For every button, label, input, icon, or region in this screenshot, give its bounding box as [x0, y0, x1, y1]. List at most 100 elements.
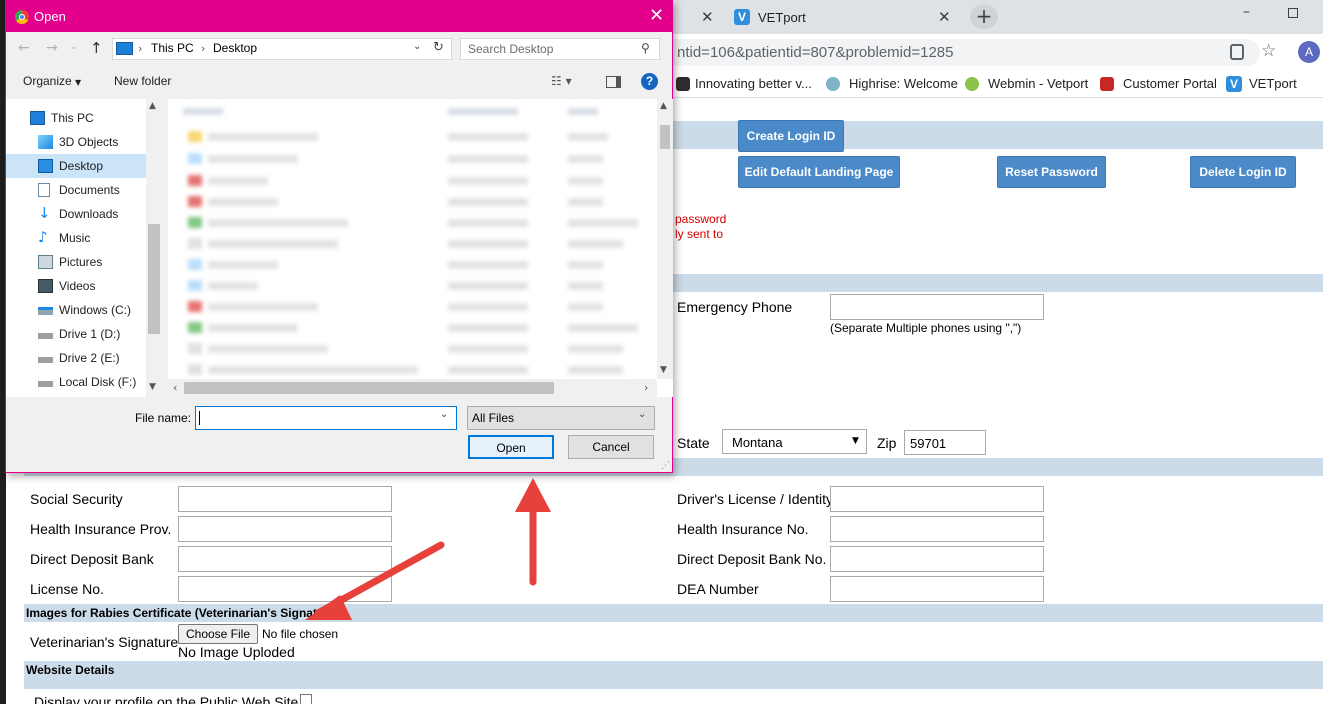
nav-music[interactable]: ♪ Music — [6, 226, 146, 250]
display-profile-checkbox[interactable] — [300, 694, 312, 704]
up-arrow-icon[interactable]: ↑ — [90, 39, 103, 57]
file-rows — [188, 131, 638, 375]
scroll-up-icon[interactable]: ▲ — [660, 101, 667, 111]
state-value: Montana — [732, 435, 783, 450]
social-security-input[interactable] — [178, 486, 392, 512]
scroll-down-icon[interactable]: ▼ — [660, 365, 667, 375]
scroll-left-icon[interactable]: ‹ — [173, 381, 177, 394]
file-list[interactable]: ▲ ▼ ‹ › — [168, 99, 673, 397]
nav-scroll-thumb[interactable] — [148, 224, 160, 334]
url-text[interactable]: ntid=106&patientid=807&problemid=1285 — [677, 44, 953, 61]
direct-deposit-bank-no-input[interactable] — [830, 546, 1044, 572]
preview-pane-icon[interactable] — [606, 76, 621, 88]
cancel-button[interactable]: Cancel — [568, 435, 654, 459]
open-button[interactable]: Open — [468, 435, 554, 459]
search-box[interactable]: Search Desktop ⚲ — [460, 38, 660, 60]
highrise-favicon-icon — [826, 77, 840, 91]
dea-number-input[interactable] — [830, 576, 1044, 602]
recent-chevron-icon[interactable]: ⌄ — [70, 42, 78, 52]
emergency-phone-label: Emergency Phone — [677, 299, 793, 315]
file-name-input[interactable]: ⌄ — [195, 406, 457, 430]
health-insurance-no-input[interactable] — [830, 516, 1044, 542]
drive-icon — [38, 307, 53, 315]
chevron-down-icon[interactable]: ⌄ — [413, 41, 421, 52]
nav-drive-e[interactable]: Drive 2 (E:) — [6, 346, 146, 370]
nav-label: Windows (C:) — [59, 303, 132, 317]
nav-label: Music — [59, 231, 91, 245]
chevron-down-icon[interactable]: ⌄ — [440, 409, 448, 420]
create-login-button[interactable]: Create Login ID — [738, 120, 844, 152]
scroll-right-icon[interactable]: › — [644, 381, 648, 394]
delete-login-button[interactable]: Delete Login ID — [1190, 156, 1296, 188]
breadcrumb-desktop[interactable]: Desktop — [213, 41, 257, 55]
nav-documents[interactable]: Documents — [6, 178, 146, 202]
nav-3d-objects[interactable]: 3D Objects — [6, 130, 146, 154]
bookmark-5[interactable]: VETport — [1249, 76, 1297, 91]
dropdown-arrow-icon: ▼ — [852, 436, 859, 446]
view-options-icon[interactable]: ☷ ▾ — [551, 74, 572, 88]
webmin-favicon-icon — [965, 77, 979, 91]
blocked-icon[interactable] — [1230, 44, 1244, 60]
organize-menu[interactable]: Organize ▼ — [23, 74, 81, 88]
nav-local-disk-f[interactable]: Local Disk (F:) — [6, 370, 146, 394]
edit-landing-page-button[interactable]: Edit Default Landing Page — [738, 156, 900, 188]
file-list-scrollbar[interactable]: ▲ ▼ — [657, 99, 673, 379]
address-breadcrumb[interactable]: › This PC › Desktop ⌄ ↻ — [112, 38, 452, 60]
breadcrumb-this-pc[interactable]: This PC — [151, 41, 194, 55]
nav-scrollbar[interactable]: ▲ ▼ — [146, 99, 162, 397]
resize-grip-icon[interactable]: ⋰ — [661, 461, 670, 471]
health-insurance-prov-label: Health Insurance Prov. — [30, 521, 172, 537]
direct-deposit-bank-input[interactable] — [178, 546, 392, 572]
health-insurance-prov-input[interactable] — [178, 516, 392, 542]
reset-password-button[interactable]: Reset Password — [997, 156, 1106, 188]
license-no-input[interactable] — [178, 576, 392, 602]
back-arrow-icon[interactable]: ← — [18, 40, 30, 56]
open-file-dialog: Open ✕ ← → ⌄ ↑ › This PC › Desktop ⌄ ↻ S… — [5, 0, 673, 473]
refresh-icon[interactable]: ↻ — [433, 40, 444, 55]
minimize-icon[interactable]: – — [1243, 4, 1250, 20]
scroll-down-icon[interactable]: ▼ — [149, 382, 156, 392]
nav-downloads[interactable]: ↓ Downloads — [6, 202, 146, 226]
desktop-icon — [38, 159, 53, 173]
tab-vetport[interactable]: V VETport ✕ — [720, 3, 966, 34]
bookmark-2[interactable]: Highrise: Welcome — [849, 76, 958, 91]
nav-label: Documents — [59, 183, 120, 197]
state-select[interactable]: Montana ▼ — [722, 429, 867, 454]
emergency-phone-input[interactable] — [830, 294, 1044, 320]
close-tab-icon[interactable]: ✕ — [938, 8, 951, 26]
nav-drive-d[interactable]: Drive 1 (D:) — [6, 322, 146, 346]
state-label: State — [677, 435, 710, 451]
choose-file-button[interactable]: Choose File — [178, 624, 258, 644]
nav-windows-c[interactable]: Windows (C:) — [6, 298, 146, 322]
search-icon[interactable]: ⚲ — [641, 41, 650, 55]
zip-input[interactable]: 59701 — [904, 430, 986, 455]
nav-label: Pictures — [59, 255, 103, 269]
nav-pictures[interactable]: Pictures — [6, 250, 146, 274]
bookmark-3[interactable]: Webmin - Vetport — [988, 76, 1088, 91]
nav-videos[interactable]: Videos — [6, 274, 146, 298]
scroll-up-icon[interactable]: ▲ — [149, 101, 156, 111]
close-icon[interactable]: ✕ — [649, 5, 664, 26]
vetport-favicon-icon: V — [1226, 76, 1242, 92]
file-type-select[interactable]: All Files ⌄ — [467, 406, 655, 430]
file-scroll-thumb[interactable] — [660, 125, 670, 149]
horizontal-scrollbar[interactable]: ‹ › — [168, 379, 657, 397]
bookmark-4[interactable]: Customer Portal — [1123, 76, 1217, 91]
bookmark-1[interactable]: Innovating better v... — [695, 76, 812, 91]
restore-icon[interactable] — [1288, 8, 1298, 18]
bookmark-star-icon[interactable]: ☆ — [1261, 41, 1276, 61]
drivers-license-input[interactable] — [830, 486, 1044, 512]
nav-this-pc[interactable]: This PC — [0, 106, 138, 130]
new-folder-button[interactable]: New folder — [114, 74, 171, 88]
forward-arrow-icon[interactable]: → — [46, 40, 58, 56]
help-icon[interactable]: ? — [641, 73, 658, 90]
navigation-pane: This PC 3D Objects Desktop Documents ↓ D… — [6, 99, 162, 397]
nav-desktop[interactable]: Desktop — [6, 154, 146, 178]
profile-avatar[interactable]: A — [1298, 41, 1320, 63]
music-icon: ♪ — [38, 228, 48, 246]
new-tab-icon[interactable]: + — [970, 5, 998, 29]
close-tab-icon[interactable]: ✕ — [701, 8, 714, 26]
up-arrowhead — [515, 478, 551, 512]
h-scroll-thumb[interactable] — [184, 382, 554, 394]
drive-icon — [38, 381, 53, 387]
